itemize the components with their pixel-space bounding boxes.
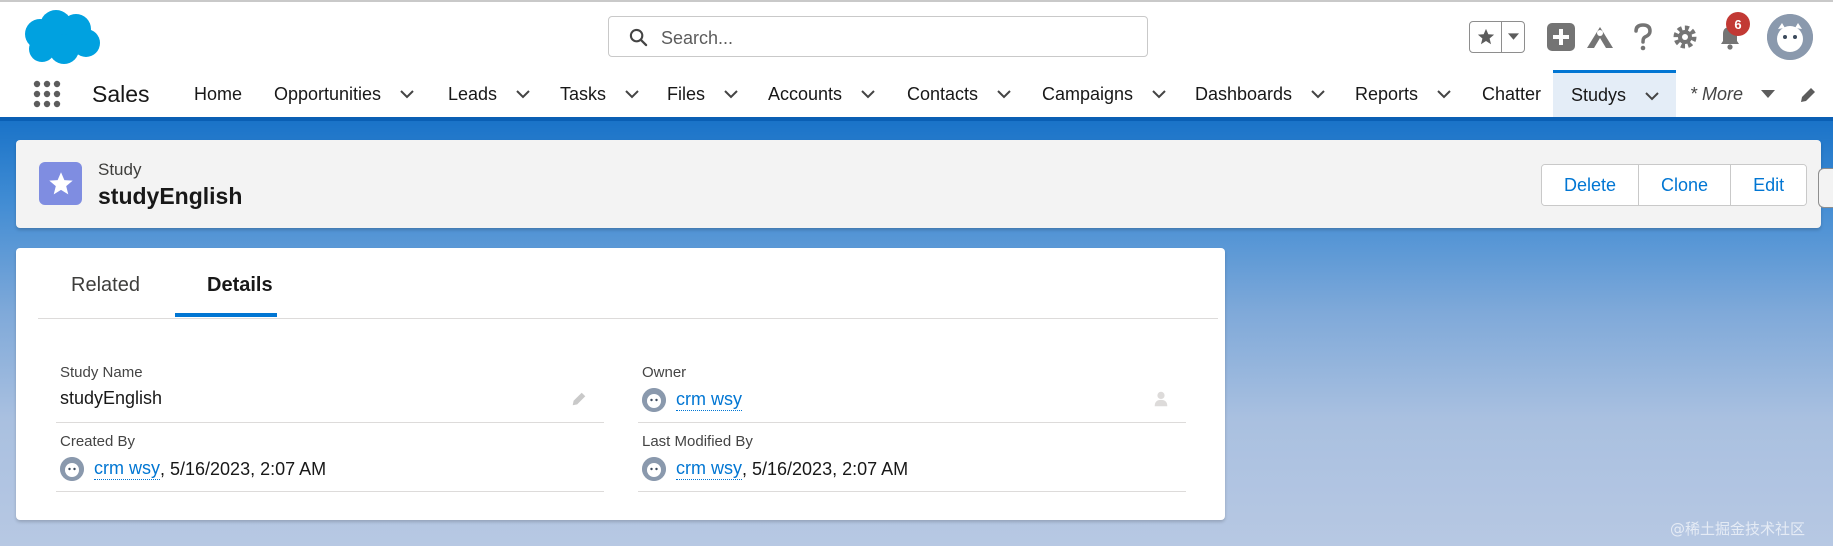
edit-button[interactable]: Edit	[1731, 165, 1807, 205]
field-study-name: Study Name studyEnglish	[56, 354, 604, 423]
record-title: studyEnglish	[98, 183, 243, 209]
app-navigation-bar: Sales Home Opportunities Leads Tasks Fil…	[0, 70, 1833, 118]
nav-item-label: Contacts	[907, 83, 979, 104]
global-actions-add-icon[interactable]	[1546, 22, 1576, 52]
notification-badge: 6	[1726, 12, 1750, 36]
nav-item-tasks[interactable]: Tasks	[560, 70, 640, 118]
user-avatar[interactable]	[1767, 14, 1813, 60]
change-owner-icon[interactable]	[1152, 390, 1170, 408]
record-type-star-icon	[39, 162, 82, 205]
chevron-down-icon[interactable]	[996, 89, 1012, 99]
nav-item-label: Files	[667, 83, 706, 104]
modified-by-date: , 5/16/2023, 2:07 AM	[742, 458, 909, 479]
caret-down-icon[interactable]	[1761, 89, 1776, 99]
nav-item-home[interactable]: Home	[194, 70, 242, 118]
favorites-button[interactable]	[1469, 21, 1525, 53]
gear-icon[interactable]	[1670, 22, 1700, 52]
nav-item-contacts[interactable]: Contacts	[907, 70, 1012, 118]
active-tab-indicator	[175, 313, 277, 317]
watermark: @稀土掘金技术社区	[1670, 520, 1806, 538]
trailhead-icon[interactable]	[1585, 22, 1615, 52]
field-value: studyEnglish	[60, 388, 163, 408]
help-icon[interactable]	[1628, 22, 1658, 52]
nav-item-files[interactable]: Files	[667, 70, 739, 118]
global-search[interactable]	[608, 16, 1148, 57]
chevron-down-icon[interactable]	[399, 89, 415, 99]
nav-item-label: Tasks	[560, 83, 607, 104]
nav-item-label: Studys	[1571, 85, 1627, 105]
field-value: crm wsy	[642, 388, 742, 412]
user-avatar-icon	[642, 388, 666, 412]
nav-item-campaigns[interactable]: Campaigns	[1042, 70, 1167, 118]
delete-button[interactable]: Delete	[1542, 165, 1640, 205]
chevron-down-icon[interactable]	[1310, 89, 1326, 99]
tab-details[interactable]: Details	[207, 274, 273, 297]
field-value: crm wsy , 5/16/2023, 2:07 AM	[642, 457, 908, 481]
nav-more-menu[interactable]: * More	[1690, 70, 1776, 118]
chevron-down-icon[interactable]	[1644, 91, 1660, 101]
record-header: Study studyEnglish Delete Clone Edit	[16, 140, 1821, 228]
nav-item-leads[interactable]: Leads	[448, 70, 531, 118]
field-label: Owner	[642, 364, 687, 381]
nav-item-label: Chatter	[1482, 83, 1542, 104]
user-avatar-icon	[642, 457, 666, 481]
nav-item-chatter[interactable]: Chatter	[1482, 70, 1541, 118]
chevron-down-icon[interactable]	[1502, 22, 1524, 52]
nav-item-label: Leads	[448, 83, 498, 104]
search-icon	[629, 28, 648, 47]
field-value: crm wsy , 5/16/2023, 2:07 AM	[60, 457, 326, 481]
nav-item-reports[interactable]: Reports	[1355, 70, 1452, 118]
chevron-down-icon[interactable]	[723, 89, 739, 99]
utility-panel-handle[interactable]	[1818, 168, 1833, 208]
chevron-down-icon[interactable]	[624, 89, 640, 99]
record-actions: Delete Clone Edit	[1541, 164, 1808, 206]
global-header: 6	[0, 0, 1833, 70]
clone-button[interactable]: Clone	[1639, 165, 1732, 205]
nav-item-label: Campaigns	[1042, 83, 1134, 104]
chevron-down-icon[interactable]	[515, 89, 531, 99]
user-avatar-icon	[60, 457, 84, 481]
tab-related[interactable]: Related	[71, 274, 140, 297]
star-icon[interactable]	[1470, 22, 1502, 52]
created-by-date: , 5/16/2023, 2:07 AM	[160, 458, 327, 479]
nav-item-label: Dashboards	[1195, 83, 1293, 104]
field-last-modified-by: Last Modified By crm wsy , 5/16/2023, 2:…	[638, 423, 1186, 492]
nav-item-label: Accounts	[768, 83, 843, 104]
field-label: Last Modified By	[642, 433, 753, 450]
nav-item-dashboards[interactable]: Dashboards	[1195, 70, 1326, 118]
field-label: Study Name	[60, 364, 143, 381]
chevron-down-icon[interactable]	[1151, 89, 1167, 99]
record-type-label: Study	[98, 160, 142, 179]
nav-more-label: * More	[1690, 83, 1744, 104]
nav-item-opportunities[interactable]: Opportunities	[274, 70, 415, 118]
app-launcher-icon[interactable]	[32, 79, 62, 109]
nav-item-accounts[interactable]: Accounts	[768, 70, 876, 118]
nav-item-label: Reports	[1355, 83, 1419, 104]
owner-link[interactable]: crm wsy	[676, 389, 742, 411]
salesforce-cloud-logo[interactable]	[20, 9, 102, 67]
record-tabs: Related Details	[38, 248, 1218, 319]
pencil-icon[interactable]	[570, 390, 588, 408]
chevron-down-icon[interactable]	[1436, 89, 1452, 99]
field-owner: Owner crm wsy	[638, 354, 1186, 423]
nav-item-label: Opportunities	[274, 83, 382, 104]
app-name: Sales	[92, 81, 150, 107]
modified-by-user-link[interactable]: crm wsy	[676, 458, 742, 480]
record-detail-card: Related Details Study Name studyEnglish …	[16, 248, 1225, 520]
nav-item-studys[interactable]: Studys	[1553, 70, 1676, 118]
chevron-down-icon[interactable]	[860, 89, 876, 99]
field-created-by: Created By crm wsy , 5/16/2023, 2:07 AM	[56, 423, 604, 492]
field-label: Created By	[60, 433, 136, 450]
created-by-user-link[interactable]: crm wsy	[94, 458, 160, 480]
nav-item-label: Home	[194, 83, 243, 104]
search-input[interactable]	[659, 23, 1133, 53]
pencil-icon[interactable]	[1798, 85, 1818, 105]
